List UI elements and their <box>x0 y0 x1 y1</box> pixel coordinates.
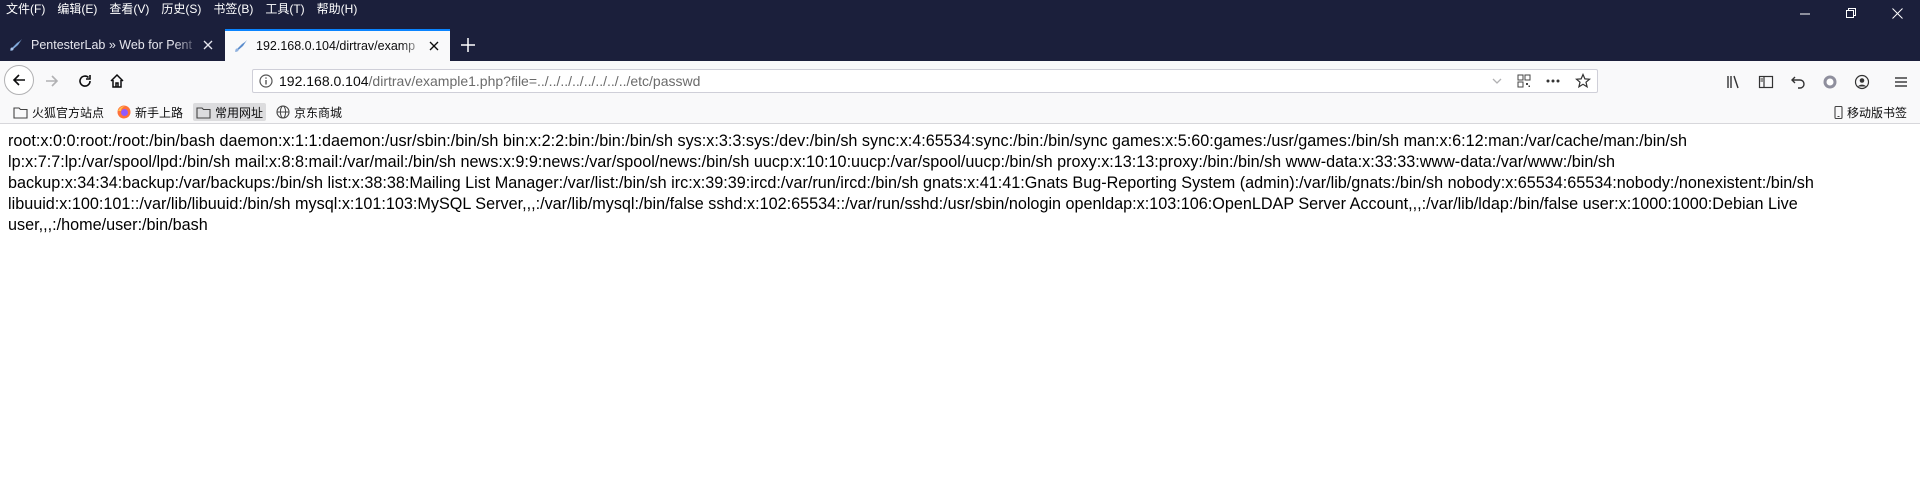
close-icon <box>429 41 439 51</box>
account-icon <box>1854 74 1870 90</box>
close-icon <box>1891 8 1903 19</box>
restore-button[interactable] <box>1828 0 1874 27</box>
forward-button[interactable] <box>38 67 66 95</box>
url-host: 192.168.0.104 <box>279 73 369 89</box>
menu-bar: 文件(F) 编辑(E) 查看(V) 历史(S) 书签(B) 工具(T) 帮助(H… <box>6 1 369 17</box>
dropdown-chevron-icon[interactable] <box>1491 75 1503 87</box>
tab-pentesterlab[interactable]: PentesterLab » Web for Pent <box>0 29 224 61</box>
menu-tools[interactable]: 工具(T) <box>265 1 304 17</box>
tab-title: 192.168.0.104/dirtrav/examp <box>256 39 416 53</box>
navigation-bar: 192.168.0.104/dirtrav/example1.php?file=… <box>0 61 1920 101</box>
bookmark-label: 京东商城 <box>294 105 343 120</box>
tab-close-button[interactable] <box>426 38 442 54</box>
bookmark-common-sites[interactable]: 常用网址 <box>193 103 267 121</box>
tab-strip: PentesterLab » Web for Pent 192.168.0.10… <box>0 27 1920 61</box>
bookmark-star-icon[interactable] <box>1575 73 1591 89</box>
plus-icon <box>461 38 475 52</box>
address-bar[interactable]: 192.168.0.104/dirtrav/example1.php?file=… <box>252 69 1598 93</box>
bookmark-jd[interactable]: 京东商城 <box>273 103 345 121</box>
tab-close-button[interactable] <box>200 37 216 53</box>
circle-icon <box>1823 75 1837 89</box>
phone-icon <box>1834 105 1843 119</box>
undo-icon <box>1791 76 1805 89</box>
menu-help[interactable]: 帮助(H) <box>317 1 358 17</box>
bookmarks-toolbar: 火狐官方站点 新手上路 常用网址 京东商城 移动版书签 <box>0 101 1920 124</box>
bookmark-label: 火狐官方站点 <box>32 105 105 120</box>
back-button[interactable] <box>4 65 34 95</box>
sidebar-button[interactable] <box>1755 71 1777 93</box>
menu-bookmarks[interactable]: 书签(B) <box>213 1 253 17</box>
menu-file[interactable]: 文件(F) <box>6 1 45 17</box>
firefox-icon <box>117 105 131 119</box>
bookmark-label: 移动版书签 <box>1846 105 1907 120</box>
extension-button[interactable] <box>1819 71 1841 93</box>
menu-edit[interactable]: 编辑(E) <box>57 1 97 17</box>
reload-button[interactable] <box>71 67 99 95</box>
pentesterlab-icon <box>10 39 22 51</box>
close-icon <box>203 40 213 50</box>
page-actions-icon[interactable] <box>1545 74 1561 88</box>
restore-icon <box>1845 8 1856 18</box>
back-arrow-icon <box>12 74 25 86</box>
library-button[interactable] <box>1723 71 1745 93</box>
menu-button[interactable] <box>1890 71 1912 93</box>
site-info-icon[interactable] <box>253 74 279 88</box>
undo-close-tab-button[interactable] <box>1787 71 1809 93</box>
mobile-bookmarks[interactable]: 移动版书签 <box>1831 103 1910 121</box>
minimize-icon <box>1799 13 1810 15</box>
bookmark-label: 新手上路 <box>135 105 184 120</box>
page-icon <box>235 40 247 52</box>
home-button[interactable] <box>103 67 131 95</box>
home-icon <box>110 73 124 88</box>
library-icon <box>1727 75 1739 89</box>
globe-icon <box>276 105 290 119</box>
close-window-button[interactable] <box>1874 0 1920 27</box>
menu-view[interactable]: 查看(V) <box>109 1 149 17</box>
minimize-button[interactable] <box>1782 0 1828 27</box>
page-content: root:x:0:0:root:/root:/bin/bash daemon:x… <box>8 132 1814 234</box>
tab-title: PentesterLab » Web for Pent <box>31 38 192 52</box>
reload-icon <box>79 75 91 87</box>
bookmark-firefox-official[interactable]: 火狐官方站点 <box>10 103 107 121</box>
menu-history[interactable]: 历史(S) <box>161 1 201 17</box>
folder-icon <box>196 106 211 119</box>
url-actions <box>1477 70 1591 92</box>
url-path: /dirtrav/example1.php?file=../../../../.… <box>368 73 701 89</box>
forward-arrow-icon <box>46 75 59 87</box>
hamburger-menu-icon <box>1895 77 1907 87</box>
folder-icon <box>13 106 28 119</box>
sidebar-icon <box>1758 75 1774 89</box>
title-bar: 文件(F) 编辑(E) 查看(V) 历史(S) 书签(B) 工具(T) 帮助(H… <box>0 0 1920 27</box>
qr-code-icon[interactable] <box>1517 74 1531 88</box>
bookmark-getting-started[interactable]: 新手上路 <box>114 103 186 121</box>
bookmark-label: 常用网址 <box>215 105 264 120</box>
tab-dirtrav[interactable]: 192.168.0.104/dirtrav/examp <box>225 29 450 61</box>
account-button[interactable] <box>1851 71 1873 93</box>
new-tab-button[interactable] <box>452 29 484 61</box>
